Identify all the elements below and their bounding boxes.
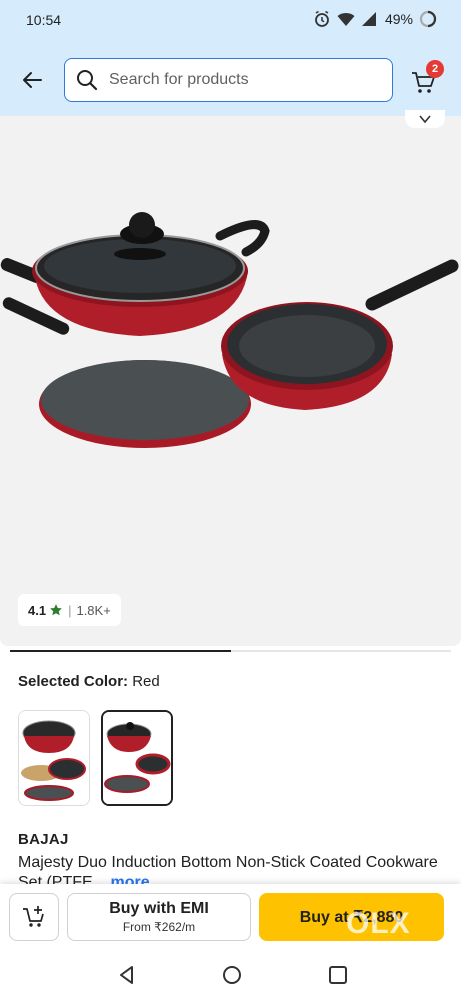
rating-count: 1.8K+ — [76, 602, 111, 618]
top-bar: 10:54 49% 2 — [0, 0, 461, 116]
image-scroll-indicator — [10, 650, 451, 652]
wifi-icon — [337, 13, 355, 26]
selected-color-value: Red — [132, 673, 160, 690]
nav-home-icon[interactable] — [221, 964, 243, 986]
color-option-2-selected[interactable] — [101, 710, 173, 806]
star-icon — [50, 604, 62, 616]
rating-value: 4.1 — [28, 602, 47, 618]
cart-count-badge: 2 — [426, 60, 444, 78]
chevron-down-icon — [419, 115, 431, 124]
search-bar[interactable] — [64, 58, 393, 102]
status-bar: 10:54 49% — [0, 0, 461, 42]
battery-percent: 49% — [384, 11, 413, 27]
product-title: Majesty Duo Induction Bottom Non-Stick C… — [18, 853, 438, 887]
product-image-carousel[interactable]: 4.1 | 1.8K+ — [0, 110, 461, 646]
back-arrow-icon — [23, 72, 42, 88]
search-icon — [65, 60, 109, 100]
add-to-cart-button[interactable] — [9, 893, 59, 941]
rating-badge[interactable]: 4.1 | 1.8K+ — [18, 594, 121, 626]
image-scroll-progress — [10, 650, 231, 652]
cookware-product-image — [0, 212, 459, 448]
nav-recents-icon[interactable] — [327, 964, 349, 986]
battery-icon — [419, 10, 437, 28]
color-option-1-thumbnail — [19, 711, 89, 805]
bottom-action-bar: Buy with EMI From ₹262/m Buy at ₹2,880 O… — [0, 884, 461, 950]
status-icons: 49% — [313, 10, 437, 28]
brand-name: BAJAJ — [18, 831, 69, 848]
cart-button[interactable]: 2 — [410, 60, 444, 96]
nav-back-icon[interactable] — [116, 964, 138, 986]
color-option-1[interactable] — [18, 710, 90, 806]
alarm-icon — [315, 10, 329, 27]
rating-separator: | — [68, 602, 72, 618]
app-header: 2 — [0, 56, 461, 104]
status-time: 10:54 — [26, 12, 62, 28]
search-input[interactable] — [109, 71, 369, 89]
olx-watermark: OLX — [346, 907, 411, 940]
system-navigation-bar — [0, 950, 461, 1000]
signal-icon — [361, 12, 376, 26]
emi-title: Buy with EMI — [109, 900, 209, 917]
color-option-2-thumbnail — [103, 712, 171, 804]
add-to-cart-icon — [23, 906, 44, 927]
back-button[interactable] — [18, 66, 46, 94]
collapse-toggle[interactable] — [405, 110, 445, 128]
buy-with-emi-button[interactable]: Buy with EMI From ₹262/m — [67, 893, 251, 941]
emi-subtitle: From ₹262/m — [122, 920, 196, 934]
product-title-text: Majesty Duo Induction Bottom Non-Stick C… — [18, 854, 438, 887]
selected-color: Selected Color: Red — [18, 673, 160, 690]
selected-color-label: Selected Color: — [18, 673, 129, 690]
